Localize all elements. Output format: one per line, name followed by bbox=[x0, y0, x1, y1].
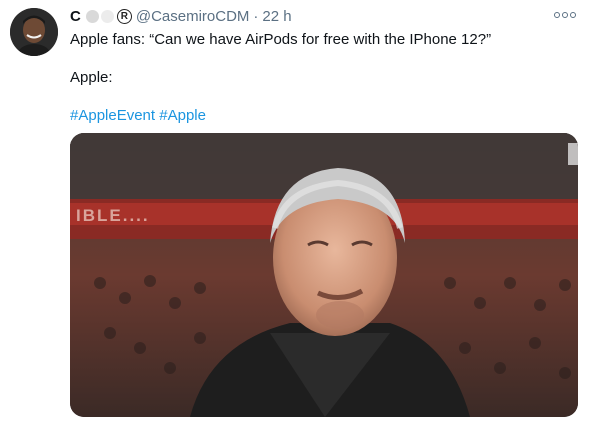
author-display-name[interactable]: C bbox=[70, 8, 81, 25]
tweet-text: Apple fans: “Can we have AirPods for fre… bbox=[70, 30, 580, 126]
author-handle[interactable]: @CasemiroCDM bbox=[136, 8, 250, 25]
hashtag-link[interactable]: #Apple bbox=[159, 107, 206, 124]
header-separator: · bbox=[253, 7, 259, 25]
more-dot bbox=[570, 12, 576, 18]
more-options-icon[interactable] bbox=[554, 8, 576, 22]
tweet-text-line: Apple: bbox=[70, 69, 113, 86]
hashtag-list: #AppleEvent #Apple bbox=[70, 106, 580, 126]
name-emoji-icon bbox=[85, 9, 99, 23]
avatar-image bbox=[10, 8, 58, 56]
registered-mark-icon: R bbox=[116, 8, 132, 24]
tweet: C R @CasemiroCDM · 22 h Apple fans: “Can… bbox=[0, 0, 599, 427]
tweet-media-photo[interactable]: IBLE.... bbox=[70, 133, 578, 417]
more-dot bbox=[554, 12, 560, 18]
tweet-text-line: Apple fans: “Can we have AirPods for fre… bbox=[70, 31, 492, 48]
tweet-timestamp[interactable]: 22 h bbox=[262, 8, 291, 25]
stadium-banner-text: IBLE.... bbox=[76, 206, 150, 225]
name-emoji-icon bbox=[100, 9, 114, 23]
tweet-header: C R @CasemiroCDM · 22 h bbox=[70, 6, 292, 26]
stadium-photo: IBLE.... bbox=[70, 133, 578, 417]
more-dot bbox=[562, 12, 568, 18]
hashtag-link[interactable]: #AppleEvent bbox=[70, 107, 155, 124]
author-avatar[interactable] bbox=[10, 8, 58, 56]
